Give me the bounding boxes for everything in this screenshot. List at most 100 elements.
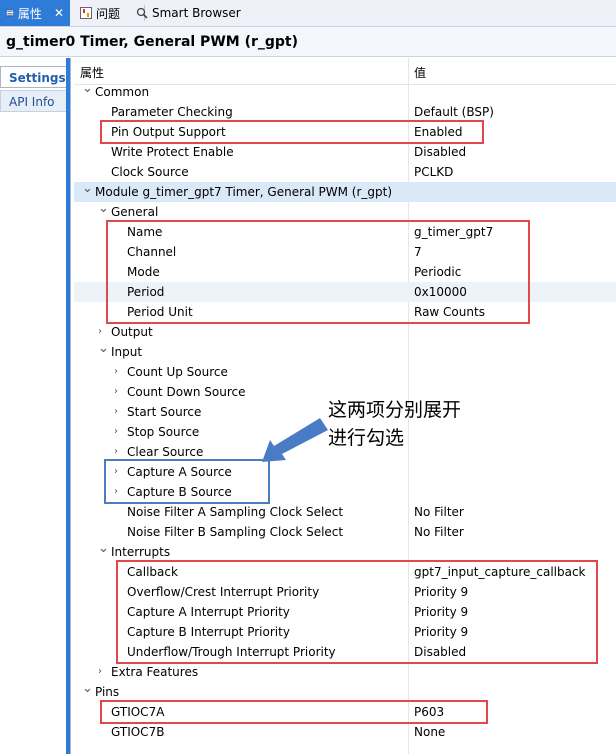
table-row[interactable]: ⌄ Interrupts <box>74 539 616 562</box>
row-value[interactable]: g_timer_gpt7 <box>414 222 493 242</box>
table-row[interactable]: Underflow/Trough Interrupt Priority Disab… <box>74 642 616 662</box>
row-value[interactable]: Priority 9 <box>414 622 468 642</box>
table-row[interactable]: ⌄ General <box>74 199 616 222</box>
row-label: Pin Output Support <box>111 125 226 139</box>
tab-properties[interactable]: 属性 ✕ <box>0 0 70 26</box>
table-row[interactable]: ⌄ Common <box>74 79 616 102</box>
chevron-down-icon[interactable]: ⌄ <box>82 79 93 99</box>
row-label: Interrupts <box>111 545 171 559</box>
row-value[interactable]: No Filter <box>414 522 464 542</box>
table-row[interactable]: Period 0x10000 <box>74 282 616 302</box>
row-label: Parameter Checking <box>111 105 233 119</box>
chevron-down-icon[interactable]: ⌄ <box>82 679 93 699</box>
table-row[interactable]: › Capture B Source <box>74 482 616 502</box>
tab-properties-label: 属性 <box>17 6 42 21</box>
chevron-right-icon[interactable]: › <box>114 402 124 422</box>
problems-icon <box>80 7 92 19</box>
row-value[interactable]: Raw Counts <box>414 302 485 322</box>
row-label: Period <box>127 285 165 299</box>
row-label: Count Up Source <box>127 365 228 379</box>
properties-icon <box>6 9 14 17</box>
side-tab-accent <box>66 58 70 754</box>
table-row[interactable]: Channel 7 <box>74 242 616 262</box>
chevron-right-icon[interactable]: › <box>114 462 124 482</box>
chevron-right-icon[interactable]: › <box>114 442 124 462</box>
row-value[interactable]: Default (BSP) <box>414 102 494 122</box>
side-tab-api-info[interactable]: API Info <box>0 90 66 112</box>
row-value[interactable]: Disabled <box>414 142 466 162</box>
annotation-line-1: 这两项分别展开 <box>328 399 462 421</box>
row-label: Clear Source <box>127 445 204 459</box>
table-row[interactable]: ⌄ Input <box>74 339 616 362</box>
tab-smart-browser[interactable]: Smart Browser <box>130 0 260 26</box>
table-header: 属性 值 <box>74 58 616 85</box>
row-value[interactable]: gpt7_input_capture_callback <box>414 562 586 582</box>
row-label: Underflow/Trough Interrupt Priority <box>127 645 336 659</box>
table-row[interactable]: Write Protect Enable Disabled <box>74 142 616 162</box>
row-label: Input <box>111 345 143 359</box>
table-row[interactable]: Mode Periodic <box>74 262 616 282</box>
table-row[interactable]: Period Unit Raw Counts <box>74 302 616 322</box>
row-label: Capture B Source <box>127 485 232 499</box>
row-value[interactable]: P603 <box>414 702 444 722</box>
table-row[interactable]: GTIOC7A P603 <box>74 702 616 722</box>
row-value[interactable]: Priority 9 <box>414 582 468 602</box>
row-value[interactable]: Priority 9 <box>414 602 468 622</box>
table-row[interactable]: › Capture A Source <box>74 462 616 482</box>
tab-smart-browser-label: Smart Browser <box>152 6 241 20</box>
chevron-down-icon[interactable]: ⌄ <box>98 199 109 219</box>
table-row[interactable]: ⌄ Module g_timer_gpt7 Timer, General PWM … <box>74 179 616 202</box>
table-row[interactable]: Pin Output Support Enabled <box>74 122 616 142</box>
close-icon[interactable]: ✕ <box>54 6 64 20</box>
chevron-right-icon[interactable]: › <box>114 482 124 502</box>
table-row[interactable]: Name g_timer_gpt7 <box>74 222 616 242</box>
row-value[interactable]: Enabled <box>414 122 463 142</box>
row-label: GTIOC7B <box>111 725 165 739</box>
chevron-right-icon[interactable]: › <box>114 362 124 382</box>
row-label: Pins <box>95 685 120 699</box>
chevron-down-icon[interactable]: ⌄ <box>98 539 109 559</box>
row-value[interactable]: Periodic <box>414 262 461 282</box>
row-value[interactable]: 7 <box>414 242 422 262</box>
annotation-arrow-icon <box>262 418 328 462</box>
chevron-down-icon[interactable]: ⌄ <box>98 339 109 359</box>
row-label: GTIOC7A <box>111 705 165 719</box>
row-label: Noise Filter A Sampling Clock Select <box>127 505 344 519</box>
chevron-right-icon[interactable]: › <box>114 382 124 402</box>
row-value[interactable]: None <box>414 722 445 742</box>
row-label: Overflow/Crest Interrupt Priority <box>127 585 320 599</box>
table-row[interactable]: Noise Filter B Sampling Clock Select No F… <box>74 522 616 542</box>
chevron-right-icon[interactable]: › <box>98 662 108 682</box>
table-row[interactable]: Overflow/Crest Interrupt Priority Priorit… <box>74 582 616 602</box>
row-value[interactable]: No Filter <box>414 502 464 522</box>
column-header-value: 值 <box>414 66 427 80</box>
table-row[interactable]: Parameter Checking Default (BSP) <box>74 102 616 122</box>
row-value[interactable]: 0x10000 <box>414 282 467 302</box>
side-tab-panel: Settings API Info <box>0 58 71 754</box>
chevron-right-icon[interactable]: › <box>114 422 124 442</box>
table-row[interactable]: Noise Filter A Sampling Clock Select No F… <box>74 502 616 522</box>
row-label: Callback <box>127 565 178 579</box>
row-value[interactable]: Disabled <box>414 642 466 662</box>
table-row[interactable]: Capture A Interrupt Priority Priority 9 <box>74 602 616 622</box>
table-row[interactable]: › Extra Features <box>74 662 616 682</box>
table-row[interactable]: Callback gpt7_input_capture_callback <box>74 562 616 582</box>
row-label: Noise Filter B Sampling Clock Select <box>127 525 344 539</box>
side-tab-settings[interactable]: Settings <box>0 66 66 88</box>
row-value[interactable]: PCLKD <box>414 162 453 182</box>
table-row[interactable]: › Count Up Source <box>74 362 616 382</box>
smart-browser-icon <box>136 7 148 19</box>
row-label: Output <box>111 325 153 339</box>
row-label: Stop Source <box>127 425 200 439</box>
row-label: Period Unit <box>127 305 193 319</box>
table-row[interactable]: Capture B Interrupt Priority Priority 9 <box>74 622 616 642</box>
annotation-line-2: 进行勾选 <box>328 427 405 449</box>
table-row[interactable]: › Output <box>74 322 616 342</box>
row-label: Channel <box>127 245 177 259</box>
view-tab-bar: 属性 ✕ 问题 Smart Browser <box>0 0 616 27</box>
table-row[interactable]: Clock Source PCLKD <box>74 162 616 182</box>
table-row[interactable]: GTIOC7B None <box>74 722 616 742</box>
table-row[interactable]: ⌄ Pins <box>74 679 616 702</box>
chevron-down-icon[interactable]: ⌄ <box>82 179 93 199</box>
row-label: Clock Source <box>111 165 189 179</box>
